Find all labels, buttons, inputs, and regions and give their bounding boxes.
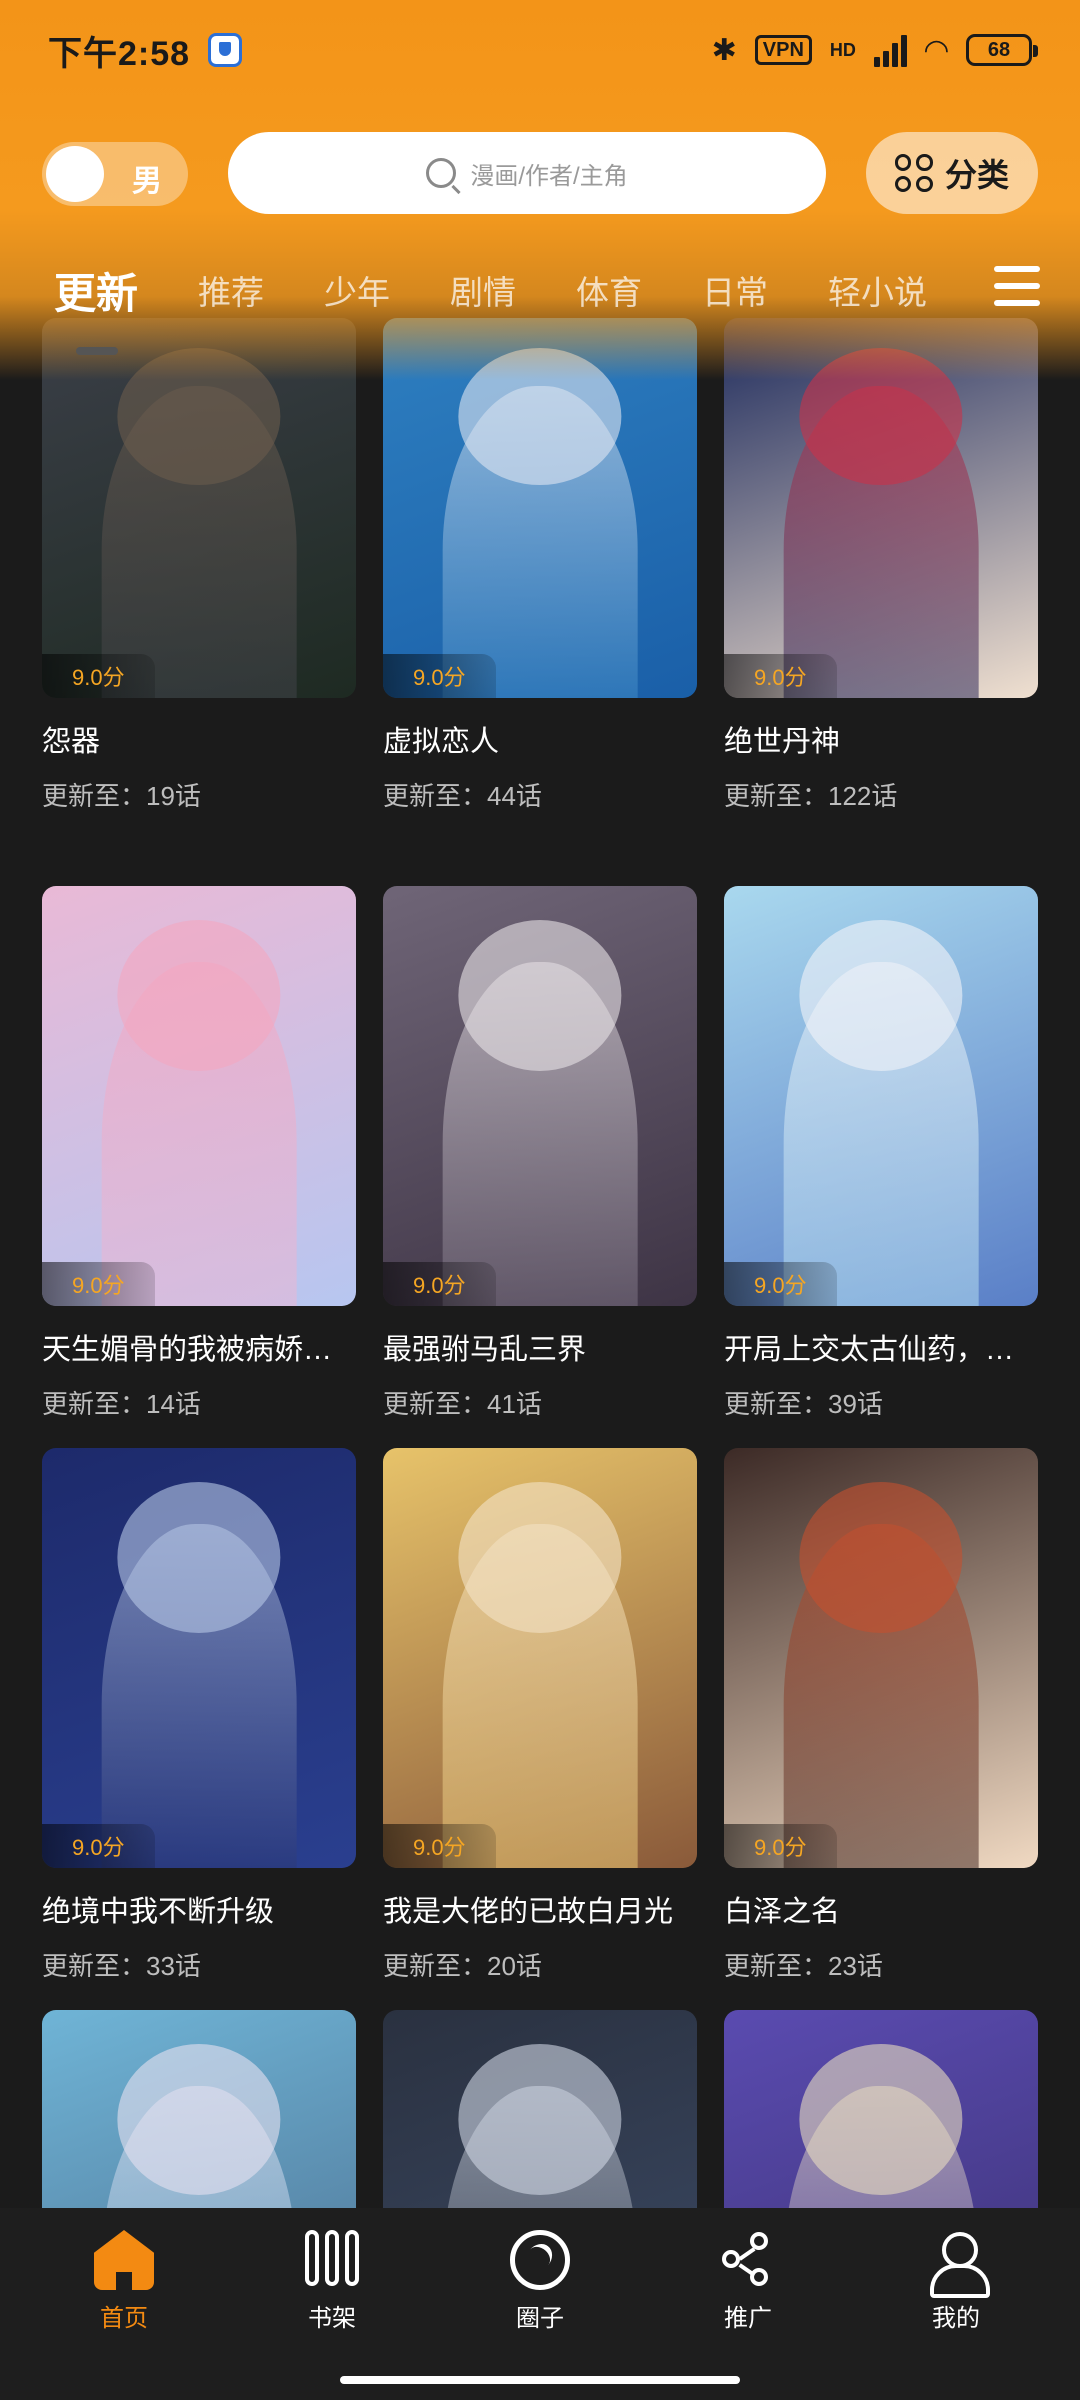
rating-badge: 9.0分: [42, 1824, 155, 1868]
rating-badge: 9.0分: [724, 1824, 837, 1868]
share-icon: [718, 2230, 778, 2290]
comic-title[interactable]: 天生媚骨的我被病娇…: [42, 1326, 356, 1368]
comic-cover[interactable]: 9.0分: [42, 886, 356, 1306]
vpn-icon: VPN: [754, 35, 812, 65]
comic-title[interactable]: 白泽之名: [724, 1888, 1038, 1930]
comic-update: 更新至：41话: [383, 1389, 542, 1419]
tab-sports[interactable]: 体育: [576, 266, 642, 314]
nav-promote[interactable]: 推广: [678, 2230, 818, 2333]
shield-app-icon: [208, 33, 243, 67]
battery-icon: 68: [966, 34, 1038, 66]
nav-bookshelf[interactable]: 书架: [262, 2230, 402, 2333]
bottom-navigation: 首页 书架 圈子 推广 我的: [0, 2208, 1080, 2400]
status-icons: ✱ VPN HD ◠ 68: [711, 33, 1038, 68]
comic-card[interactable]: 9.0分 虚拟恋人 更新至：44话: [383, 318, 697, 886]
comic-title[interactable]: 最强驸马乱三界: [383, 1326, 697, 1368]
bluetooth-icon: ✱: [711, 33, 737, 67]
status-bar: 下午2:58 ✱ VPN HD ◠ 68: [0, 0, 1080, 100]
nav-profile[interactable]: 我的: [886, 2230, 1026, 2333]
comic-update: 更新至：19话: [42, 781, 201, 811]
nav-home[interactable]: 首页: [54, 2230, 194, 2333]
tab-light-novel[interactable]: 轻小说: [828, 266, 927, 314]
network-type-label: HD: [829, 39, 856, 60]
comic-title[interactable]: 绝世丹神: [724, 718, 1038, 760]
comic-update: 更新至：20话: [383, 1951, 542, 1981]
rating-badge: 9.0分: [724, 654, 837, 698]
comic-title[interactable]: 开局上交太古仙药，…: [724, 1326, 1038, 1368]
nav-label: 书架: [308, 2305, 356, 2332]
comic-update: 更新至：14话: [42, 1389, 201, 1419]
nav-label: 推广: [724, 2305, 772, 2332]
category-button[interactable]: 分类: [866, 132, 1038, 214]
bookshelf-icon: [302, 2230, 362, 2290]
rating-badge: 9.0分: [42, 654, 155, 698]
comic-card[interactable]: 9.0分 绝境中我不断升级 更新至：33话: [42, 1448, 356, 2010]
rating-badge: 9.0分: [42, 1262, 155, 1306]
comic-cover[interactable]: 9.0分: [42, 1448, 356, 1868]
comic-update: 更新至：122话: [724, 781, 898, 811]
gender-label: 男: [132, 165, 162, 198]
circle-icon: [510, 2230, 570, 2290]
wifi-icon: ◠: [924, 33, 948, 67]
genre-tabs: 更新 推荐 少年 剧情 体育 日常 轻小说: [0, 250, 1080, 355]
tab-drama[interactable]: 剧情: [450, 266, 516, 314]
tab-update[interactable]: 更新: [54, 260, 138, 355]
comic-update: 更新至：39话: [724, 1389, 883, 1419]
comic-cover[interactable]: 9.0分: [383, 1448, 697, 1868]
comic-card[interactable]: 9.0分 怨器 更新至：19话: [42, 318, 356, 886]
rating-badge: 9.0分: [383, 654, 496, 698]
comic-cover[interactable]: 9.0分: [724, 1448, 1038, 1868]
nav-label: 我的: [932, 2305, 980, 2332]
search-placeholder: 漫画/作者/主角: [470, 162, 628, 190]
rating-badge: 9.0分: [383, 1262, 496, 1306]
comic-card[interactable]: 9.0分 天生媚骨的我被病娇… 更新至：14话: [42, 886, 356, 1448]
profile-icon: [926, 2230, 990, 2298]
category-label: 分类: [944, 157, 1009, 193]
comic-card[interactable]: 9.0分 最强驸马乱三界 更新至：41话: [383, 886, 697, 1448]
toggle-knob: [46, 146, 104, 202]
rating-badge: 9.0分: [383, 1824, 496, 1868]
home-icon: [94, 2230, 154, 2290]
header: 下午2:58 ✱ VPN HD ◠ 68 男 漫画/作者/主角 分类 更新 推荐: [0, 0, 1080, 380]
comic-title[interactable]: 怨器: [42, 718, 356, 760]
nav-circle[interactable]: 圈子: [470, 2230, 610, 2333]
home-indicator[interactable]: [340, 2376, 740, 2384]
nav-label: 首页: [100, 2305, 148, 2332]
status-time: 下午2:58: [48, 34, 191, 73]
comic-cover[interactable]: 9.0分: [383, 886, 697, 1306]
gender-toggle[interactable]: 男: [42, 142, 188, 206]
search-icon: [426, 158, 457, 188]
comic-cover[interactable]: 9.0分: [724, 886, 1038, 1306]
rating-badge: 9.0分: [724, 1262, 837, 1306]
tab-daily[interactable]: 日常: [702, 266, 768, 314]
comic-card[interactable]: 9.0分 白泽之名 更新至：23话: [724, 1448, 1038, 2010]
comic-title[interactable]: 绝境中我不断升级: [42, 1888, 356, 1930]
comic-card[interactable]: 9.0分 开局上交太古仙药，… 更新至：39话: [724, 886, 1038, 1448]
tab-shonen[interactable]: 少年: [324, 266, 390, 314]
comic-update: 更新至：33话: [42, 1951, 201, 1981]
comic-update: 更新至：23话: [724, 1951, 883, 1981]
comic-card[interactable]: 9.0分 我是大佬的已故白月光 更新至：20话: [383, 1448, 697, 2010]
comic-title[interactable]: 我是大佬的已故白月光: [383, 1888, 697, 1930]
search-input[interactable]: 漫画/作者/主角: [228, 132, 826, 214]
menu-icon[interactable]: [994, 266, 1040, 306]
signal-icon: [873, 33, 907, 67]
comic-update: 更新至：44话: [383, 781, 542, 811]
nav-label: 圈子: [516, 2305, 564, 2332]
top-controls: 男 漫画/作者/主角 分类: [0, 130, 1080, 214]
tab-recommend[interactable]: 推荐: [198, 266, 264, 314]
grid-icon: [894, 154, 933, 192]
comic-card[interactable]: 9.0分 绝世丹神 更新至：122话: [724, 318, 1038, 886]
comic-grid: 9.0分 怨器 更新至：19话 9.0分 虚拟恋人 更新至：44话 9.0分 绝…: [42, 318, 1038, 2400]
comic-title[interactable]: 虚拟恋人: [383, 718, 697, 760]
